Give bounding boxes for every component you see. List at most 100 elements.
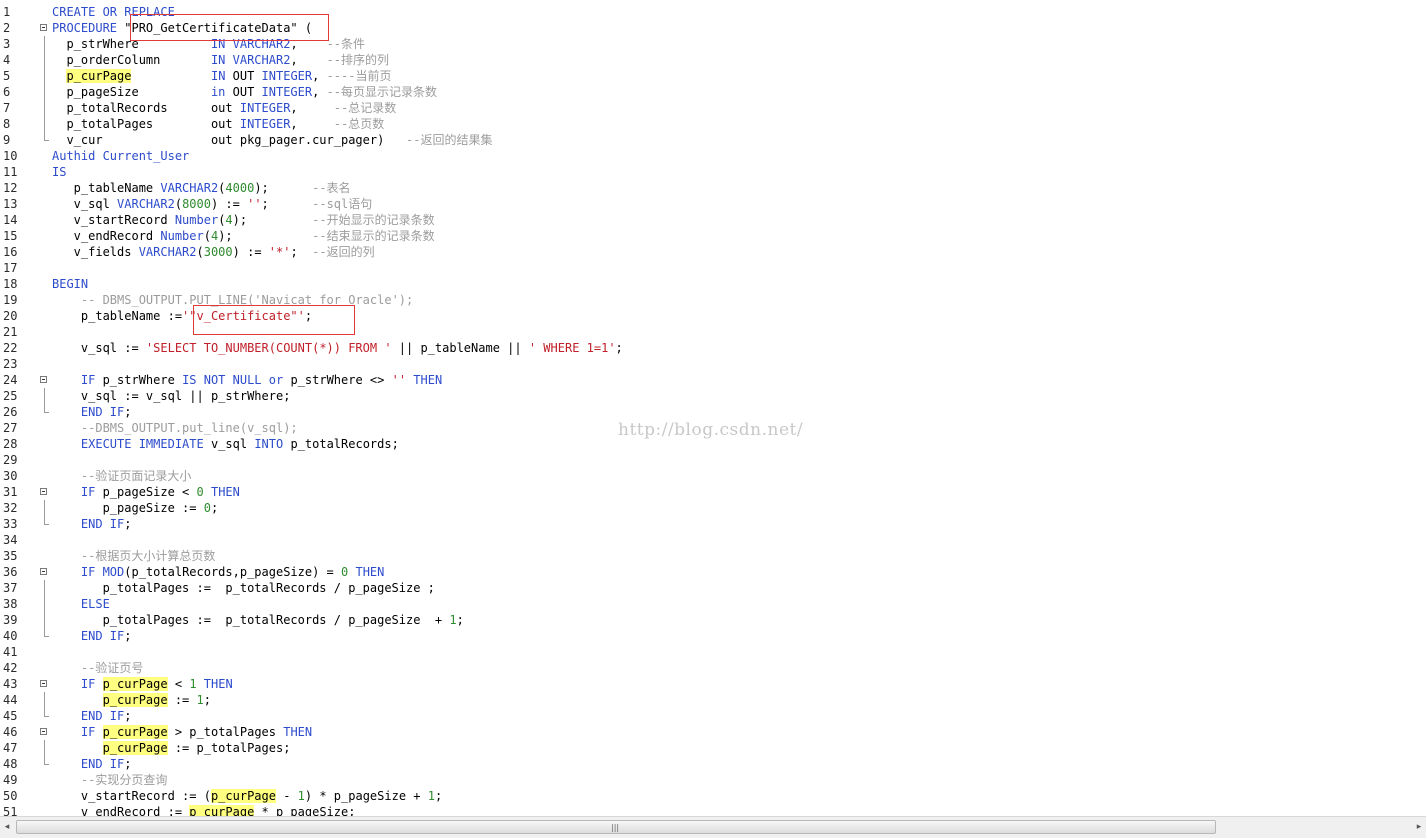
code-line[interactable]: 7 p_totalRecords out INTEGER, --总记录数: [0, 100, 1426, 116]
code-line[interactable]: 29: [0, 452, 1426, 468]
fold-collapse-icon[interactable]: [40, 680, 47, 687]
code-line[interactable]: 39 p_totalPages := p_totalRecords / p_pa…: [0, 612, 1426, 628]
line-number: 43: [3, 677, 18, 691]
fold-collapse-icon[interactable]: [40, 376, 47, 383]
code-line[interactable]: 50 v_startRecord := (p_curPage - 1) * p_…: [0, 788, 1426, 804]
code-line[interactable]: 15 v_endRecord Number(4); --结束显示的记录条数: [0, 228, 1426, 244]
code-text: p_totalPages out INTEGER, --总页数: [52, 116, 384, 132]
line-number: 14: [3, 213, 18, 227]
code-line[interactable]: 18 BEGIN: [0, 276, 1426, 292]
code-line[interactable]: 16 v_fields VARCHAR2(3000) := '*'; --返回的…: [0, 244, 1426, 260]
fold-collapse-icon[interactable]: [40, 24, 47, 31]
horizontal-scrollbar[interactable]: ◂ ||| ▸: [0, 816, 1426, 838]
number-token: 1: [297, 789, 305, 803]
code-line[interactable]: 5 p_curPage IN OUT INTEGER, ----当前页: [0, 68, 1426, 84]
code-line[interactable]: 24 IF p_strWhere IS NOT NULL or p_strWhe…: [0, 372, 1426, 388]
comment-token: --返回的列: [312, 245, 375, 259]
code-line[interactable]: 8 p_totalPages out INTEGER, --总页数: [0, 116, 1426, 132]
code-line[interactable]: 51 v_endRecord := p_curPage * p_pageSize…: [0, 804, 1426, 816]
code-line[interactable]: 11 IS: [0, 164, 1426, 180]
code-text: p_pageSize in OUT INTEGER, --每页显示记录条数: [52, 84, 437, 100]
code-line[interactable]: 42 --验证页号: [0, 660, 1426, 676]
code-token: -: [275, 789, 298, 803]
code-line[interactable]: 48 END IF;: [0, 756, 1426, 772]
fold-guide-line: [44, 596, 45, 612]
comment-token: --总页数: [333, 117, 385, 131]
code-line[interactable]: 31 IF p_pageSize < 0 THEN: [0, 484, 1426, 500]
annotation-box-table-name: [193, 305, 355, 335]
code-text: p_tableName VARCHAR2(4000); --表名: [52, 180, 351, 196]
keyword-token: END IF: [80, 405, 125, 419]
keyword-token: IF: [80, 725, 96, 739]
code-line[interactable]: 17: [0, 260, 1426, 276]
code-line[interactable]: 41: [0, 644, 1426, 660]
keyword-token: VARCHAR2: [117, 197, 175, 211]
code-token: p_strWhere <>: [283, 373, 392, 387]
code-line[interactable]: 47 p_curPage := p_totalPages;: [0, 740, 1426, 756]
code-line[interactable]: 49 --实现分页查询: [0, 772, 1426, 788]
code-text: p_pageSize := 0;: [52, 500, 219, 516]
code-line[interactable]: 13 v_sql VARCHAR2(8000) := ''; --sql语句: [0, 196, 1426, 212]
code-line[interactable]: 43 IF p_curPage < 1 THEN: [0, 676, 1426, 692]
code-text: v_cur out pkg_pager.cur_pager) --返回的结果集: [52, 132, 492, 148]
code-editor[interactable]: 1 CREATE OR REPLACE 2 PROCEDURE "PRO_GetCer…: [0, 0, 1426, 816]
code-line[interactable]: 33 END IF;: [0, 516, 1426, 532]
line-number: 2: [3, 21, 11, 35]
code-line[interactable]: 25 v_sql := v_sql || p_strWhere;: [0, 388, 1426, 404]
line-number: 31: [3, 485, 18, 499]
code-line[interactable]: 36 IF MOD(p_totalRecords,p_pageSize) = 0…: [0, 564, 1426, 580]
code-text: v_startRecord Number(4); --开始显示的记录条数: [52, 212, 435, 228]
code-line[interactable]: 4 p_orderColumn IN VARCHAR2, --排序的列: [0, 52, 1426, 68]
code-text: EXECUTE IMMEDIATE v_sql INTO p_totalReco…: [52, 436, 399, 452]
code-line[interactable]: 32 p_pageSize := 0;: [0, 500, 1426, 516]
comment-token: --开始显示的记录条数: [312, 213, 435, 227]
fold-collapse-icon[interactable]: [40, 488, 47, 495]
code-line[interactable]: 35 --根据页大小计算总页数: [0, 548, 1426, 564]
code-text: v_fields VARCHAR2(3000) := '*'; --返回的列: [52, 244, 375, 260]
number-token: 1: [196, 693, 204, 707]
code-text: --实现分页查询: [52, 772, 167, 788]
code-line[interactable]: 44 p_curPage := 1;: [0, 692, 1426, 708]
scroll-left-arrow-icon[interactable]: ◂: [0, 817, 14, 838]
code-line[interactable]: 6 p_pageSize in OUT INTEGER, --每页显示记录条数: [0, 84, 1426, 100]
code-line[interactable]: 12 p_tableName VARCHAR2(4000); --表名: [0, 180, 1426, 196]
code-line[interactable]: 46 IF p_curPage > p_totalPages THEN: [0, 724, 1426, 740]
code-line[interactable]: 37 p_totalPages := p_totalRecords / p_pa…: [0, 580, 1426, 596]
code-line[interactable]: 10 Authid Current_User: [0, 148, 1426, 164]
code-token: v_startRecord: [52, 213, 175, 227]
code-line[interactable]: 14 v_startRecord Number(4); --开始显示的记录条数: [0, 212, 1426, 228]
code-text: IF MOD(p_totalRecords,p_pageSize) = 0 TH…: [52, 564, 384, 580]
code-line[interactable]: 30 --验证页面记录大小: [0, 468, 1426, 484]
fold-collapse-icon[interactable]: [40, 728, 47, 735]
code-line[interactable]: 40 END IF;: [0, 628, 1426, 644]
line-number: 46: [3, 725, 18, 739]
scroll-right-arrow-icon[interactable]: ▸: [1412, 817, 1426, 838]
code-text: v_endRecord Number(4); --结束显示的记录条数: [52, 228, 435, 244]
scrollbar-thumb[interactable]: |||: [16, 820, 1216, 834]
fold-collapse-icon[interactable]: [40, 568, 47, 575]
code-line[interactable]: 38 ELSE: [0, 596, 1426, 612]
code-token: ;: [456, 613, 464, 627]
line-number: 32: [3, 501, 18, 515]
fold-guide-line: [44, 52, 45, 68]
code-line[interactable]: 34: [0, 532, 1426, 548]
keyword-token: EXECUTE IMMEDIATE: [80, 437, 204, 451]
code-token: v_sql: [52, 197, 118, 211]
code-token: ,: [290, 117, 334, 131]
code-line[interactable]: 9 v_cur out pkg_pager.cur_pager) --返回的结果…: [0, 132, 1426, 148]
code-token: <: [167, 677, 190, 691]
annotation-box-procedure-name: [130, 14, 329, 41]
code-token: > p_totalPages: [167, 725, 284, 739]
keyword-token: BEGIN: [52, 277, 89, 291]
code-line[interactable]: 23: [0, 356, 1426, 372]
code-line[interactable]: 45 END IF;: [0, 708, 1426, 724]
code-line[interactable]: 26 END IF;: [0, 404, 1426, 420]
code-line[interactable]: 22 v_sql := 'SELECT TO_NUMBER(COUNT(*)) …: [0, 340, 1426, 356]
keyword-token: INTEGER: [261, 85, 313, 99]
fold-end-marker: [44, 628, 49, 637]
